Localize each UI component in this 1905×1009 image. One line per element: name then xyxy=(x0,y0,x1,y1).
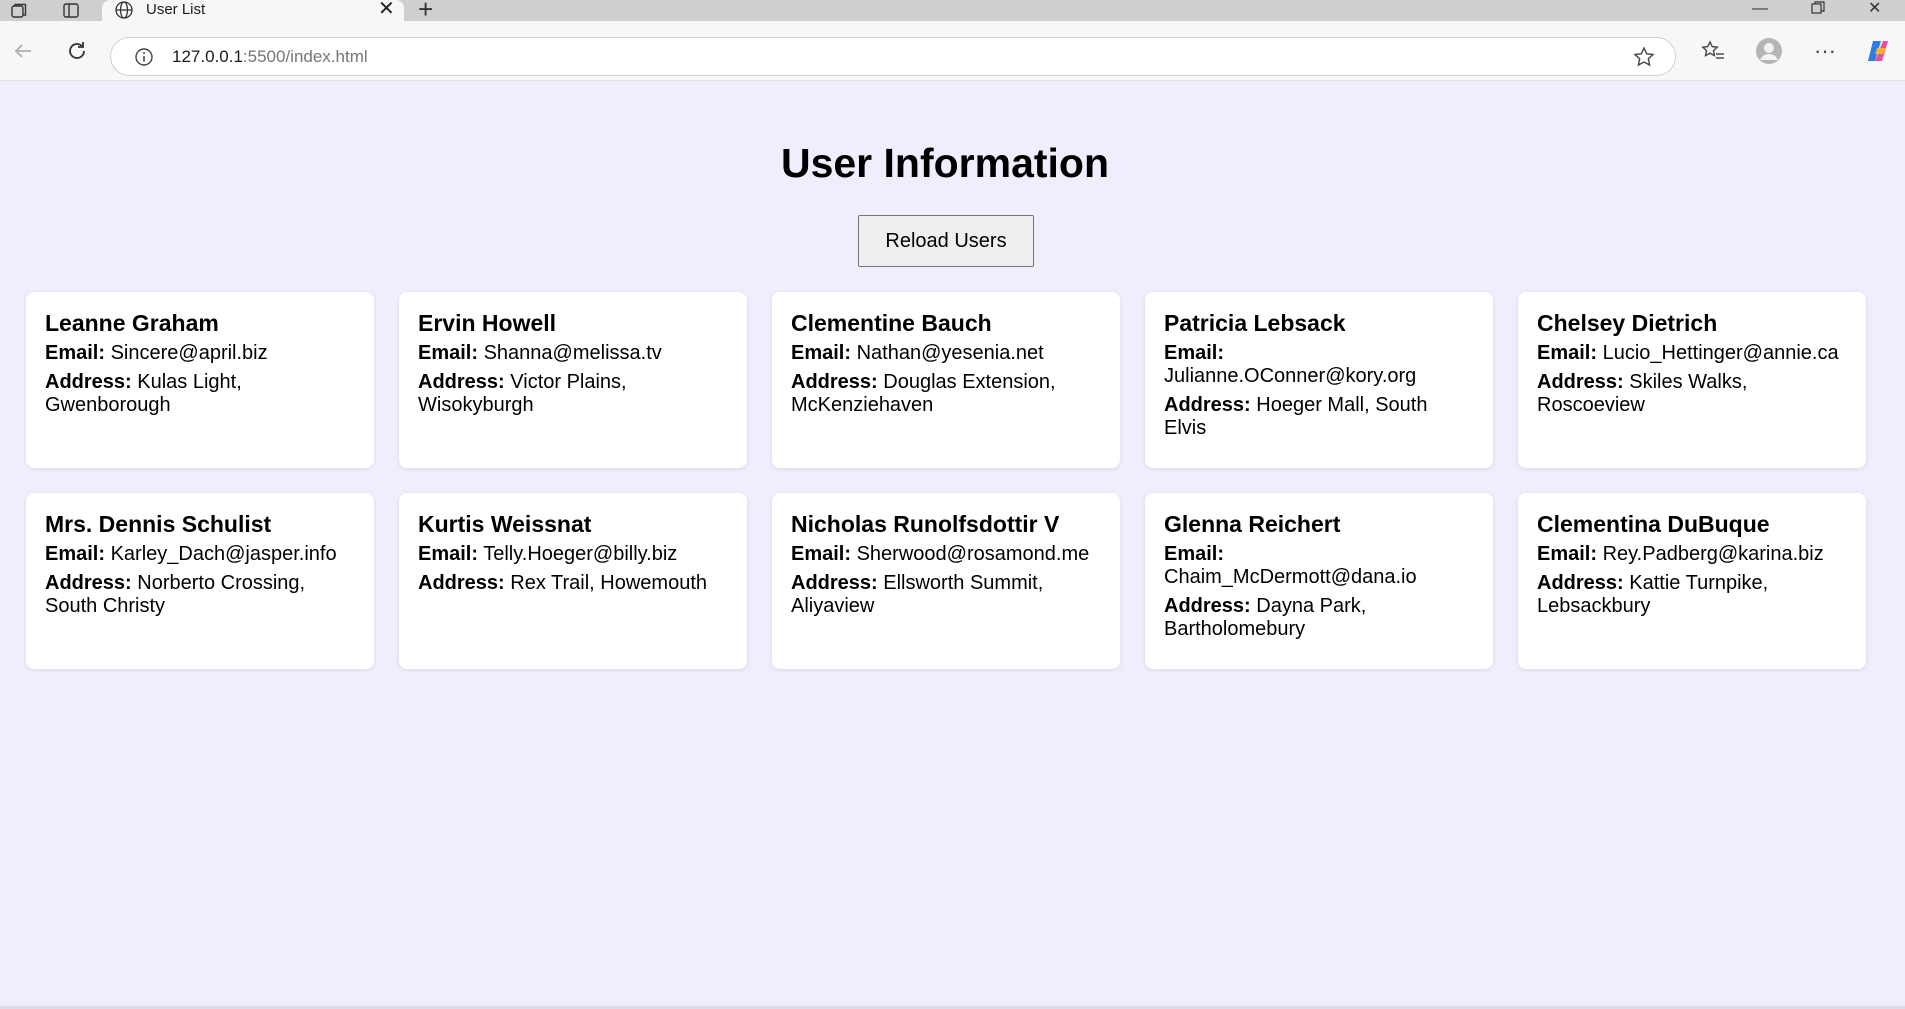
user-name: Ervin Howell xyxy=(418,310,557,336)
user-card-grid: Leanne Graham Email: Sincere@april.biz A… xyxy=(26,292,1866,669)
user-card: Patricia Lebsack Email: Julianne.OConner… xyxy=(1145,292,1493,468)
user-email: Lucio_Hettinger@annie.ca xyxy=(1602,342,1839,364)
user-card: Leanne Graham Email: Sincere@april.biz A… xyxy=(26,292,374,468)
user-card: Nicholas Runolfsdottir V Email: Sherwood… xyxy=(772,493,1120,669)
user-card: Clementina DuBuque Email: Rey.Padberg@ka… xyxy=(1518,493,1866,669)
user-email: Julianne.OConner@kory.org xyxy=(1164,365,1417,387)
address-label: Address: xyxy=(1164,394,1251,416)
user-email-line: Email: Rey.Padberg@karina.biz xyxy=(1537,543,1847,566)
window-close-icon[interactable]: ✕ xyxy=(1868,0,1881,21)
page-title: User Information xyxy=(780,140,1110,186)
user-name: Glenna Reichert xyxy=(1164,511,1341,537)
tab-close-icon[interactable]: ✕ xyxy=(378,0,395,19)
site-info-icon[interactable] xyxy=(134,47,154,72)
email-label: Email: xyxy=(1164,342,1225,364)
user-address-line: Address: Dayna Park, Bartholomebury xyxy=(1164,595,1474,641)
favorites-icon[interactable] xyxy=(1698,21,1728,81)
vertical-tabs-icon[interactable] xyxy=(60,0,82,21)
user-email-line: Email: Sincere@april.biz xyxy=(45,342,355,365)
user-address-line: Address: Norberto Crossing, South Christ… xyxy=(45,572,355,618)
user-address-line: Address: Hoeger Mall, South Elvis xyxy=(1164,394,1474,440)
user-email-line: Email: Karley_Dach@jasper.info xyxy=(45,543,355,566)
user-card: Clementine Bauch Email: Nathan@yesenia.n… xyxy=(772,292,1120,468)
user-card: Kurtis Weissnat Email: Telly.Hoeger@bill… xyxy=(399,493,747,669)
minimize-icon[interactable]: — xyxy=(1752,0,1768,21)
browser-toolbar: 127.0.0.1:5500/index.html ··· xyxy=(0,21,1905,81)
user-email: Sherwood@rosamond.me xyxy=(856,543,1090,565)
user-name: Chelsey Dietrich xyxy=(1537,310,1718,336)
new-tab-icon[interactable]: + xyxy=(418,0,433,22)
reload-users-button[interactable]: Reload Users xyxy=(858,215,1034,267)
user-card: Glenna Reichert Email: Chaim_McDermott@d… xyxy=(1145,493,1493,669)
address-label: Address: xyxy=(1537,371,1624,393)
user-address-line: Address: Ellsworth Summit, Aliyaview xyxy=(791,572,1101,618)
address-bar[interactable]: 127.0.0.1:5500/index.html xyxy=(110,37,1676,76)
refresh-icon[interactable] xyxy=(62,21,92,81)
user-email: Sincere@april.biz xyxy=(110,342,268,364)
user-email-line: Email: Chaim_McDermott@dana.io xyxy=(1164,543,1474,589)
user-email-line: Email: Sherwood@rosamond.me xyxy=(791,543,1101,566)
url-host: 127.0.0.1 xyxy=(172,47,243,66)
address-label: Address: xyxy=(418,371,505,393)
address-label: Address: xyxy=(45,371,132,393)
email-label: Email: xyxy=(1537,543,1598,565)
user-email-line: Email: Julianne.OConner@kory.org xyxy=(1164,342,1474,388)
browser-tab-bar: User List ✕ + — ✕ xyxy=(0,0,1905,22)
address-label: Address: xyxy=(791,371,878,393)
address-label: Address: xyxy=(1537,572,1624,594)
email-label: Email: xyxy=(791,342,852,364)
user-name: Kurtis Weissnat xyxy=(418,511,592,537)
user-address-line: Address: Victor Plains, Wisokyburgh xyxy=(418,371,728,417)
user-email: Telly.Hoeger@billy.biz xyxy=(483,543,678,565)
user-email-line: Email: Nathan@yesenia.net xyxy=(791,342,1101,365)
user-address-line: Address: Skiles Walks, Roscoeview xyxy=(1537,371,1847,417)
user-name: Mrs. Dennis Schulist xyxy=(45,511,272,537)
user-email-line: Email: Shanna@melissa.tv xyxy=(418,342,728,365)
email-label: Email: xyxy=(418,342,479,364)
user-address-line: Address: Kulas Light, Gwenborough xyxy=(45,371,355,417)
user-name: Leanne Graham xyxy=(45,310,219,336)
user-card: Mrs. Dennis Schulist Email: Karley_Dach@… xyxy=(26,493,374,669)
active-tab[interactable]: User List ✕ xyxy=(102,0,404,21)
back-icon[interactable] xyxy=(8,21,38,81)
address-label: Address: xyxy=(45,572,132,594)
user-email-line: Email: Lucio_Hettinger@annie.ca xyxy=(1537,342,1847,365)
user-email: Rey.Padberg@karina.biz xyxy=(1602,543,1824,565)
page-content: User Information Reload Users Leanne Gra… xyxy=(0,82,1905,1009)
copilot-icon[interactable] xyxy=(1862,21,1894,81)
user-address-line: Address: Kattie Turnpike, Lebsackbury xyxy=(1537,572,1847,618)
tab-title: User List xyxy=(146,1,206,18)
address-label: Address: xyxy=(1164,595,1251,617)
email-label: Email: xyxy=(45,342,106,364)
email-label: Email: xyxy=(1164,543,1225,565)
user-address: Rex Trail, Howemouth xyxy=(510,572,708,594)
url-text: 127.0.0.1:5500/index.html xyxy=(172,47,368,67)
user-name: Patricia Lebsack xyxy=(1164,310,1346,336)
user-email: Shanna@melissa.tv xyxy=(483,342,662,364)
user-email: Chaim_McDermott@dana.io xyxy=(1164,566,1417,588)
user-card: Ervin Howell Email: Shanna@melissa.tv Ad… xyxy=(399,292,747,468)
restore-icon[interactable] xyxy=(1810,0,1826,21)
address-label: Address: xyxy=(791,572,878,594)
user-email: Nathan@yesenia.net xyxy=(856,342,1044,364)
address-label: Address: xyxy=(418,572,505,594)
email-label: Email: xyxy=(1537,342,1598,364)
user-email-line: Email: Telly.Hoeger@billy.biz xyxy=(418,543,728,566)
email-label: Email: xyxy=(418,543,479,565)
favorite-star-icon[interactable] xyxy=(1633,46,1655,73)
user-email: Karley_Dach@jasper.info xyxy=(110,543,337,565)
user-name: Clementina DuBuque xyxy=(1537,511,1770,537)
user-card: Chelsey Dietrich Email: Lucio_Hettinger@… xyxy=(1518,292,1866,468)
url-path: :5500/index.html xyxy=(242,47,368,66)
profile-avatar-icon[interactable] xyxy=(1752,21,1786,81)
workspaces-icon[interactable] xyxy=(8,0,30,21)
email-label: Email: xyxy=(45,543,106,565)
user-address-line: Address: Douglas Extension, McKenziehave… xyxy=(791,371,1101,417)
user-name: Clementine Bauch xyxy=(791,310,992,336)
user-address-line: Address: Rex Trail, Howemouth xyxy=(418,572,728,595)
user-name: Nicholas Runolfsdottir V xyxy=(791,511,1060,537)
email-label: Email: xyxy=(791,543,852,565)
more-options-icon[interactable]: ··· xyxy=(1810,21,1840,81)
